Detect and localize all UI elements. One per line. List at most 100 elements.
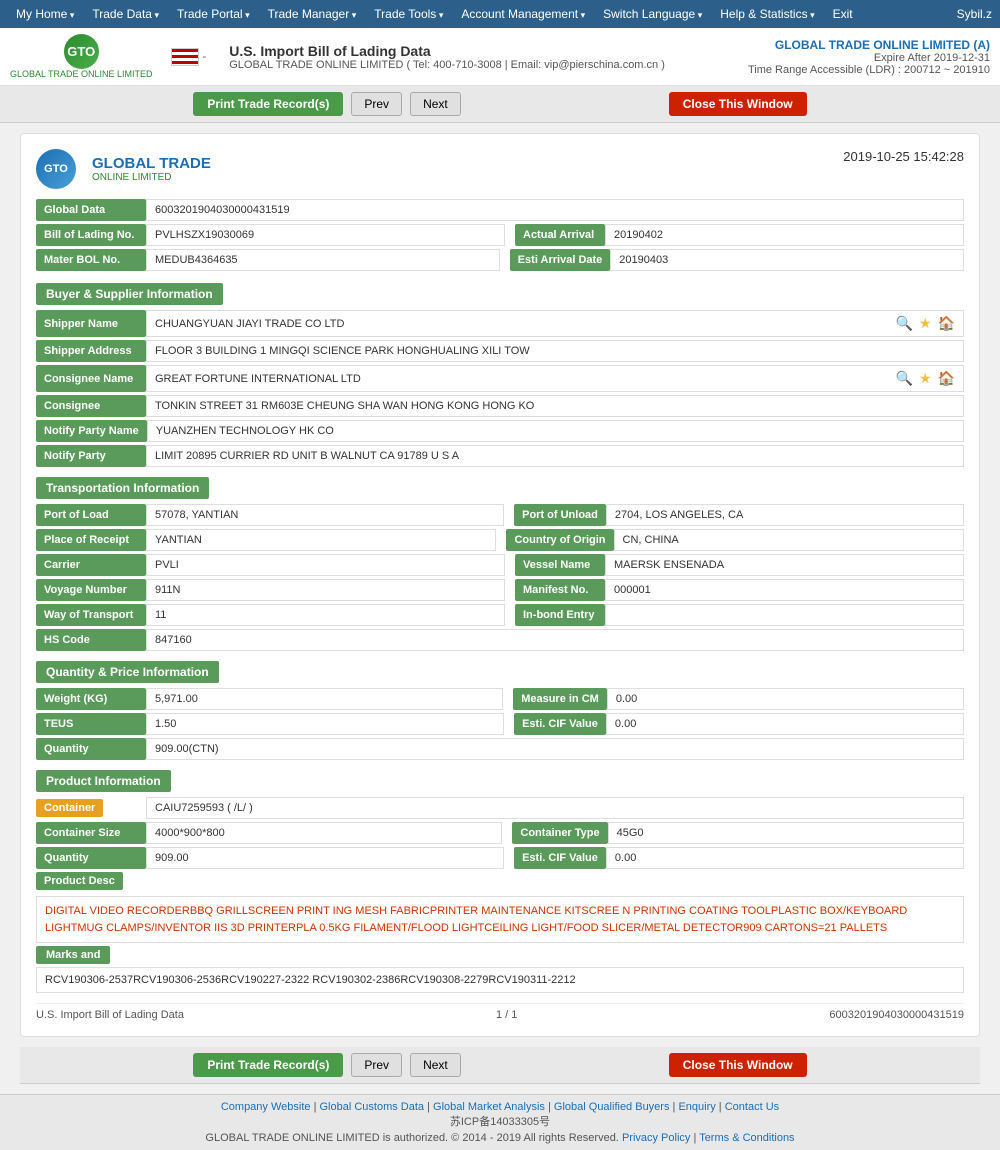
footer-link-company[interactable]: Company Website bbox=[221, 1101, 311, 1113]
shipper-name-value: CHUANGYUAN JIAYI TRADE CO LTD 🔍 ★ 🏠 bbox=[146, 310, 964, 337]
nav-trade-portal[interactable]: Trade Portal bbox=[169, 4, 258, 24]
way-transport-row: Way of Transport 11 In-bond Entry bbox=[36, 604, 964, 626]
record-timestamp: 2019-10-25 15:42:28 bbox=[843, 149, 964, 164]
consignee-name-label: Consignee Name bbox=[36, 365, 146, 392]
close-button[interactable]: Close This Window bbox=[669, 92, 807, 116]
nav-trade-manager[interactable]: Trade Manager bbox=[260, 4, 365, 24]
container-badge: Container bbox=[36, 799, 103, 817]
shipper-address-label: Shipper Address bbox=[36, 340, 146, 362]
quantity-value: 909.00(CTN) bbox=[146, 738, 964, 760]
page-subtitle: GLOBAL TRADE ONLINE LIMITED ( Tel: 400-7… bbox=[229, 59, 665, 71]
teus-row: TEUS 1.50 Esti. CIF Value 0.00 bbox=[36, 713, 964, 735]
global-data-label: Global Data bbox=[36, 199, 146, 221]
footer-link-market[interactable]: Global Market Analysis bbox=[433, 1101, 545, 1113]
record-card: GTO GLOBAL TRADE ONLINE LIMITED 2019-10-… bbox=[20, 133, 980, 1037]
place-receipt-label: Place of Receipt bbox=[36, 529, 146, 551]
country-origin-value: CN, CHINA bbox=[614, 529, 964, 551]
quantity-row: Quantity 909.00(CTN) bbox=[36, 738, 964, 760]
nav-account-management[interactable]: Account Management bbox=[453, 4, 593, 24]
logo-subtext: GLOBAL TRADE ONLINE LIMITED bbox=[10, 69, 153, 79]
footer-link-customs[interactable]: Global Customs Data bbox=[320, 1101, 425, 1113]
nav-exit[interactable]: Exit bbox=[825, 4, 861, 24]
esti-arrival-label: Esti Arrival Date bbox=[510, 249, 611, 271]
marks-value: RCV190306-2537RCV190306-2536RCV190227-23… bbox=[36, 967, 964, 993]
consignee-search-icon[interactable]: 🔍 bbox=[896, 370, 913, 387]
consignee-home-icon[interactable]: 🏠 bbox=[938, 370, 955, 387]
product-quantity-value: 909.00 bbox=[146, 847, 504, 869]
consignee-name-value: GREAT FORTUNE INTERNATIONAL LTD 🔍 ★ 🏠 bbox=[146, 365, 964, 392]
container-size-value: 4000*900*800 bbox=[146, 822, 502, 844]
nav-trade-data[interactable]: Trade Data bbox=[84, 4, 167, 24]
mater-bol-label: Mater BOL No. bbox=[36, 249, 146, 271]
consignee-label: Consignee bbox=[36, 395, 146, 417]
flag-separator: - bbox=[203, 51, 207, 63]
actual-arrival-value: 20190402 bbox=[605, 224, 964, 246]
bottom-print-button[interactable]: Print Trade Record(s) bbox=[193, 1053, 343, 1077]
nav-trade-tools[interactable]: Trade Tools bbox=[366, 4, 451, 24]
shipper-name-row: Shipper Name CHUANGYUAN JIAYI TRADE CO L… bbox=[36, 310, 964, 337]
nav-help-statistics[interactable]: Help & Statistics bbox=[712, 4, 822, 24]
record-logo-subtext: ONLINE LIMITED bbox=[92, 172, 211, 183]
record-logo-text: GLOBAL TRADE bbox=[92, 155, 211, 172]
manifest-value: 000001 bbox=[605, 579, 964, 601]
account-time-range: Time Range Accessible (LDR) : 200712 ~ 2… bbox=[748, 64, 990, 76]
shipper-home-icon[interactable]: 🏠 bbox=[938, 315, 955, 332]
terms-link[interactable]: Terms & Conditions bbox=[699, 1132, 794, 1144]
next-button[interactable]: Next bbox=[410, 92, 461, 116]
copyright-text: GLOBAL TRADE ONLINE LIMITED is authorize… bbox=[6, 1132, 994, 1144]
global-data-row: Global Data 6003201904030000431519 bbox=[36, 199, 964, 221]
carrier-row: Carrier PVLI Vessel Name MAERSK ENSENADA bbox=[36, 554, 964, 576]
vessel-name-value: MAERSK ENSENADA bbox=[605, 554, 964, 576]
print-button[interactable]: Print Trade Record(s) bbox=[193, 92, 343, 116]
buyer-supplier-header: Buyer & Supplier Information bbox=[36, 283, 223, 305]
buyer-supplier-section: Buyer & Supplier Information Shipper Nam… bbox=[36, 283, 964, 467]
consignee-star-icon[interactable]: ★ bbox=[919, 370, 932, 387]
country-origin-label: Country of Origin bbox=[506, 529, 613, 551]
footer-link-contact[interactable]: Contact Us bbox=[725, 1101, 779, 1113]
port-unload-label: Port of Unload bbox=[514, 504, 606, 526]
port-load-value: 57078, YANTIAN bbox=[146, 504, 504, 526]
nav-switch-language[interactable]: Switch Language bbox=[595, 4, 710, 24]
container-row: Container CAIU7259593 ( /L/ ) bbox=[36, 797, 964, 819]
header-bar: GTO GLOBAL TRADE ONLINE LIMITED - U.S. I… bbox=[0, 28, 1000, 86]
teus-value: 1.50 bbox=[146, 713, 504, 735]
hs-code-value: 847160 bbox=[146, 629, 964, 651]
shipper-search-icon[interactable]: 🔍 bbox=[896, 315, 913, 332]
bottom-prev-button[interactable]: Prev bbox=[351, 1053, 402, 1077]
bottom-next-button[interactable]: Next bbox=[410, 1053, 461, 1077]
shipper-star-icon[interactable]: ★ bbox=[919, 315, 932, 332]
page-title: U.S. Import Bill of Lading Data bbox=[229, 43, 665, 59]
footer-link-buyers[interactable]: Global Qualified Buyers bbox=[554, 1101, 670, 1113]
marks-label: Marks and bbox=[36, 946, 110, 964]
container-type-value: 45G0 bbox=[608, 822, 964, 844]
prev-button[interactable]: Prev bbox=[351, 92, 402, 116]
current-user: Sybil.z bbox=[957, 7, 992, 21]
weight-label: Weight (KG) bbox=[36, 688, 146, 710]
footer-id: 6003201904030000431519 bbox=[829, 1009, 964, 1021]
product-header: Product Information bbox=[36, 770, 171, 792]
footer-title: U.S. Import Bill of Lading Data bbox=[36, 1009, 184, 1021]
carrier-label: Carrier bbox=[36, 554, 146, 576]
weight-value: 5,971.00 bbox=[146, 688, 503, 710]
footer-page: 1 / 1 bbox=[496, 1009, 517, 1021]
nav-my-home[interactable]: My Home bbox=[8, 4, 82, 24]
consignee-value: TONKIN STREET 31 RM603E CHEUNG SHA WAN H… bbox=[146, 395, 964, 417]
port-load-label: Port of Load bbox=[36, 504, 146, 526]
flag-area: - bbox=[171, 48, 207, 66]
container-size-row: Container Size 4000*900*800 Container Ty… bbox=[36, 822, 964, 844]
measure-cm-label: Measure in CM bbox=[513, 688, 607, 710]
marks-section: Marks and RCV190306-2537RCV190306-2536RC… bbox=[36, 946, 964, 993]
footer-link-enquiry[interactable]: Enquiry bbox=[678, 1101, 715, 1113]
bottom-close-button[interactable]: Close This Window bbox=[669, 1053, 807, 1077]
toolbar: Print Trade Record(s) Prev Next Close Th… bbox=[0, 86, 1000, 123]
record-card-wrapper: GTO GLOBAL TRADE ONLINE LIMITED 2019-10-… bbox=[20, 133, 980, 1037]
privacy-link[interactable]: Privacy Policy bbox=[622, 1132, 690, 1144]
teus-label: TEUS bbox=[36, 713, 146, 735]
notify-party-row: Notify Party LIMIT 20895 CURRIER RD UNIT… bbox=[36, 445, 964, 467]
gto-logo: GTO GLOBAL TRADE ONLINE LIMITED bbox=[10, 34, 153, 79]
quantity-price-section: Quantity & Price Information Weight (KG)… bbox=[36, 661, 964, 760]
record-logo: GTO GLOBAL TRADE ONLINE LIMITED bbox=[36, 149, 211, 189]
bol-value: PVLHSZX19030069 bbox=[146, 224, 505, 246]
mater-bol-value: MEDUB4364635 bbox=[146, 249, 500, 271]
container-size-label: Container Size bbox=[36, 822, 146, 844]
